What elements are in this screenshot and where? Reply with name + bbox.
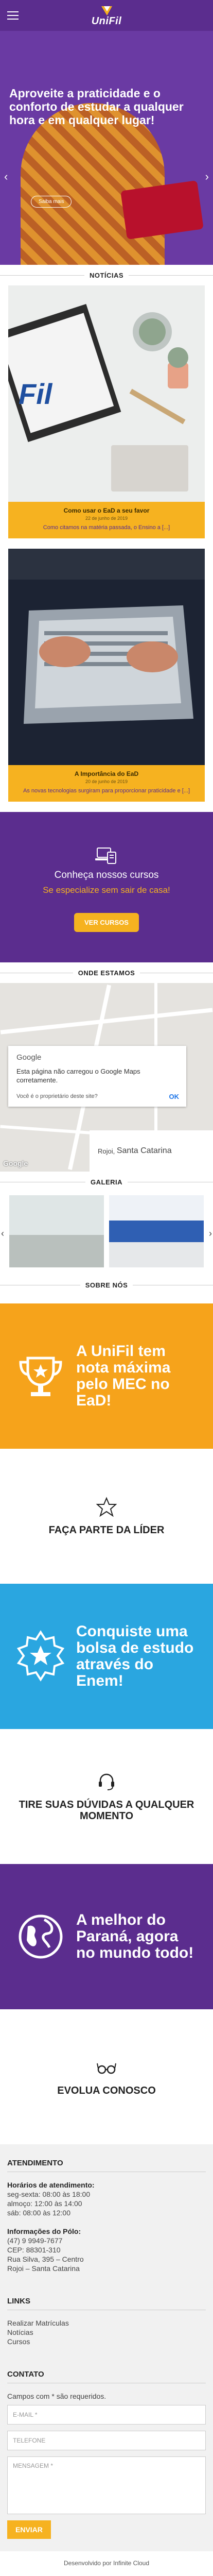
about-world-block: A melhor do Paraná, agora no mundo todo! <box>0 1864 213 2009</box>
news-image-desk-graphic: Fil <box>8 304 188 492</box>
map-city: Santa Catarina <box>116 1146 172 1155</box>
map-location-label: Rojoi, Santa Catarina <box>90 1130 213 1172</box>
about-world-text: A melhor do Paraná, agora no mundo todo! <box>76 1911 194 1961</box>
required-note: Campos com * são requeridos. <box>7 2392 106 2400</box>
footer-links-heading: LINKS <box>7 2297 206 2310</box>
hero-background <box>0 31 213 265</box>
about-leader-text: FAÇA PARTE DA LÍDER <box>48 1524 165 1536</box>
news-excerpt: Como citamos na matéria passada, o Ensin… <box>43 524 170 531</box>
info-address: Rua Silva, 395 – Centro <box>7 2255 84 2263</box>
view-courses-button[interactable]: VER CURSOS <box>74 912 139 932</box>
developer-credit: Desenvolvido por Infinite Cloud <box>63 2560 150 2567</box>
about-evolve-text: EVOLUA CONOSCO <box>57 2085 156 2096</box>
about-support-block: TIRE SUAS DÚVIDAS A QUALQUER MOMENTO <box>0 1729 213 1864</box>
news-heading: NOTÍCIAS <box>0 265 213 285</box>
trophy-icon <box>19 1357 62 1396</box>
link-enroll[interactable]: Realizar Matrículas <box>7 2318 206 2328</box>
gallery-photo[interactable] <box>9 1195 104 1267</box>
logo-text: UniFil <box>91 15 122 27</box>
map-place: Rojoi <box>98 1147 113 1155</box>
star-icon <box>96 1497 117 1517</box>
hero-title: Aproveite a praticidade e o conforto de … <box>9 87 184 127</box>
submit-button[interactable]: ENVIAR <box>7 2520 51 2539</box>
about-support-text: TIRE SUAS DÚVIDAS A QUALQUER MOMENTO <box>19 1799 194 1822</box>
about-leader-block: FAÇA PARTE DA LÍDER <box>0 1449 213 1584</box>
hero-laptop-image <box>120 180 204 240</box>
gallery-next-icon[interactable]: › <box>209 1228 212 1239</box>
map-owner-link[interactable]: Você é o proprietário deste site? <box>16 1093 98 1099</box>
about-evolve-block: EVOLUA CONOSCO <box>0 2009 213 2144</box>
news-date: 20 de junho de 2019 <box>85 779 128 784</box>
footer-contact-heading: CONTATO <box>7 2370 206 2383</box>
link-news[interactable]: Notícias <box>7 2328 206 2337</box>
link-courses[interactable]: Cursos <box>7 2337 206 2346</box>
headset-icon <box>99 1773 114 1790</box>
news-title[interactable]: Como usar o EaD a seu favor <box>14 507 199 514</box>
info-city: Rojoi – Santa Catarina <box>7 2264 80 2273</box>
news-image[interactable] <box>8 549 205 765</box>
gallery-heading: GALERIA <box>0 1172 213 1192</box>
info-heading: Informações do Pólo: <box>7 2227 81 2235</box>
logo-mark-icon <box>101 6 112 15</box>
news-card[interactable]: A Importância do EaD 20 de junho de 2019… <box>8 549 205 802</box>
google-logo: Google <box>3 1159 28 1167</box>
map-dialog-brand: Google <box>16 1053 42 1062</box>
hours-line: sáb: 08:00 às 12:00 <box>7 2209 70 2217</box>
footer-links: LINKS Realizar Matrículas Notícias Curso… <box>7 2297 206 2346</box>
courses-promo: Conheça nossos cursos Se especialize sem… <box>0 812 213 962</box>
site-header: UniFil <box>0 0 213 31</box>
news-body: Como usar o EaD a seu favor 22 de junho … <box>8 502 205 538</box>
about-enem-text: Conquiste uma bolsa de estudo através do… <box>76 1623 194 1689</box>
news-excerpt: As novas tecnologias surgiram para propo… <box>23 788 190 794</box>
map-error-message: Esta página não carregou o Google Maps c… <box>16 1067 140 1084</box>
gallery-prev-icon[interactable]: ‹ <box>1 1228 4 1239</box>
news-image[interactable]: Fil <box>8 285 205 502</box>
news-date: 22 de junho de 2019 <box>85 516 128 521</box>
globe-icon <box>19 1914 63 1959</box>
hero-prev-icon[interactable]: ‹ <box>4 170 8 183</box>
hero-cta-button[interactable]: Saiba mais <box>31 196 72 208</box>
laptop-book-icon <box>95 847 116 864</box>
map-embed[interactable]: Google Esta página não carregou o Google… <box>0 983 213 1172</box>
hours-line: almoço: 12:00 às 14:00 <box>7 2199 82 2208</box>
badge-star-icon <box>16 1630 65 1682</box>
site-footer: ATENDIMENTO Horários de atendimento: seg… <box>0 2144 213 2551</box>
email-field[interactable]: E-MAIL * <box>7 2405 206 2425</box>
hero-student-image <box>21 103 165 265</box>
logo[interactable]: UniFil <box>92 5 122 26</box>
message-field[interactable]: MENSAGEM * <box>7 2456 206 2514</box>
about-heading: SOBRE NÓS <box>0 1275 213 1295</box>
hours-heading: Horários de atendimento: <box>7 2181 95 2189</box>
svg-text:Fil: Fil <box>19 378 53 410</box>
courses-title: Conheça nossos cursos <box>54 869 159 880</box>
footer-contact: CONTATO Campos com * são requeridos. E-M… <box>7 2370 206 2539</box>
phone-field[interactable]: TELEFONE <box>7 2431 206 2450</box>
news-card[interactable]: Fil Como usar o EaD a seu favor 22 de ju… <box>8 285 205 538</box>
gallery-photo[interactable] <box>109 1195 204 1267</box>
info-phone[interactable]: (47) 9 9949-7677 <box>7 2236 206 2245</box>
hero-slider: Aproveite a praticidade e o conforto de … <box>0 31 213 265</box>
map-ok-button[interactable]: OK <box>169 1093 180 1100</box>
news-title[interactable]: A Importância do EaD <box>14 770 199 777</box>
about-mec-text: A UniFil tem nota máxima pelo MEC no EaD… <box>76 1343 171 1409</box>
courses-subtitle: Se especialize sem sair de casa! <box>43 885 170 895</box>
hours-line: seg-sexta: 08:00 às 18:00 <box>7 2190 91 2198</box>
news-body: A Importância do EaD 20 de junho de 2019… <box>8 765 205 802</box>
location-heading: ONDE ESTAMOS <box>0 962 213 983</box>
info-cep: CEP: 88301-310 <box>7 2246 61 2254</box>
gallery-carousel: ‹ › <box>0 1192 213 1275</box>
footer-service: ATENDIMENTO Horários de atendimento: seg… <box>7 2159 206 2273</box>
map-error-dialog: Google Esta página não carregou o Google… <box>8 1046 186 1107</box>
about-mec-block: A UniFil tem nota máxima pelo MEC no EaD… <box>0 1303 213 1449</box>
hero-next-icon[interactable]: › <box>205 170 209 183</box>
footer-service-heading: ATENDIMENTO <box>7 2159 206 2172</box>
about-enem-block: Conquiste uma bolsa de estudo através do… <box>0 1584 213 1729</box>
glasses-icon <box>97 2063 116 2074</box>
hamburger-menu-icon[interactable] <box>7 11 19 20</box>
news-image-laptop-graphic <box>8 549 205 724</box>
